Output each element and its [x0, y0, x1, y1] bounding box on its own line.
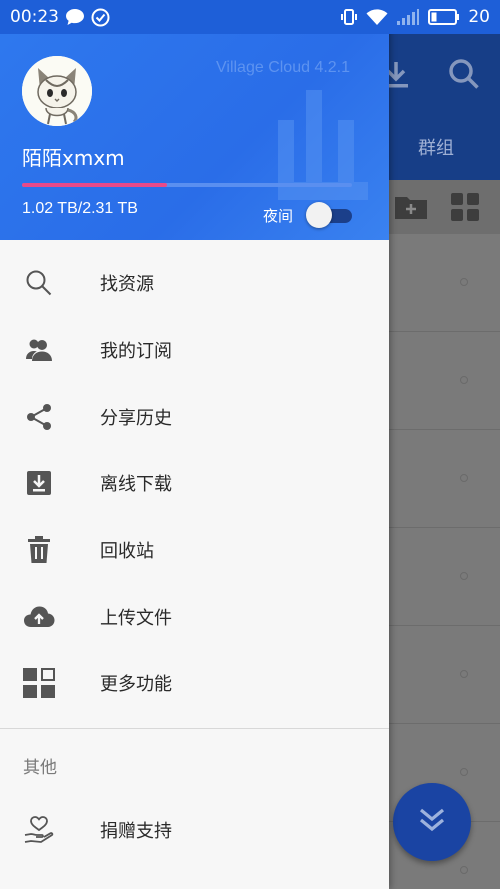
- menu-item-upload-file[interactable]: 上传文件: [0, 583, 389, 650]
- menu-item-label: 回收站: [100, 541, 154, 563]
- scroll-down-fab[interactable]: [393, 783, 471, 861]
- drawer-header: Village Cloud 4.2.1 陌陌xmxm 1.02 TB/2.31 …: [0, 34, 389, 240]
- grid-icon: [22, 666, 56, 700]
- search-icon: [22, 266, 56, 300]
- battery-level: 20: [468, 7, 490, 27]
- menu-item-donate[interactable]: 捐赠支持: [0, 797, 389, 864]
- toggle-knob: [306, 202, 332, 228]
- night-mode-toggle[interactable]: [306, 201, 352, 228]
- menu-item-recycle-bin[interactable]: 回收站: [0, 517, 389, 584]
- search-icon: [448, 58, 480, 94]
- grid-view-icon: [450, 192, 480, 226]
- chat-bubble-icon: [65, 8, 85, 26]
- wifi-icon: [366, 8, 388, 26]
- night-mode-label: 夜间: [263, 207, 294, 225]
- share-icon: [22, 400, 56, 434]
- drawer-menu-other: 捐赠支持: [0, 797, 389, 864]
- menu-item-label: 捐赠支持: [100, 821, 172, 843]
- signal-icon: [396, 8, 420, 26]
- avatar[interactable]: [22, 56, 92, 126]
- check-circle-icon: [91, 8, 110, 27]
- menu-item-label: 离线下载: [100, 474, 172, 496]
- section-title-other: 其他: [23, 758, 57, 778]
- battery-icon: [428, 8, 460, 26]
- people-icon: [22, 333, 56, 367]
- menu-item-label: 我的订阅: [100, 341, 172, 363]
- menu-item-find-resources[interactable]: 找资源: [0, 250, 389, 317]
- status-bar: 00:23 20: [0, 0, 500, 34]
- drawer-menu: 找资源 我的订阅 分享历史 离线下载 回收站 上传文件 更多功能: [0, 250, 389, 717]
- menu-item-label: 上传文件: [100, 607, 172, 629]
- menu-item-share-history[interactable]: 分享历史: [0, 383, 389, 450]
- cloud-upload-icon: [22, 600, 56, 634]
- vibrate-icon: [340, 8, 358, 26]
- mountain-logo-watermark: [278, 90, 368, 200]
- trash-icon: [22, 533, 56, 567]
- menu-item-label: 更多功能: [100, 674, 172, 696]
- download-box-icon: [22, 466, 56, 500]
- storage-progress-fill: [22, 183, 168, 187]
- menu-item-offline-download[interactable]: 离线下载: [0, 450, 389, 517]
- menu-divider: [0, 728, 389, 729]
- menu-item-subscriptions[interactable]: 我的订阅: [0, 317, 389, 384]
- new-folder-icon: [394, 194, 428, 224]
- storage-usage-text: 1.02 TB/2.31 TB: [22, 200, 138, 217]
- cat-avatar-icon: [22, 56, 92, 126]
- menu-item-label: 分享历史: [100, 407, 172, 429]
- tab-groups: 群组: [418, 138, 454, 159]
- app-version: Village Cloud 4.2.1: [216, 59, 351, 76]
- username[interactable]: 陌陌xmxm: [22, 142, 125, 171]
- heart-hand-icon: [22, 813, 56, 847]
- menu-item-label: 找资源: [100, 274, 154, 296]
- menu-item-more-features[interactable]: 更多功能: [0, 650, 389, 717]
- status-time: 00:23: [10, 7, 59, 27]
- navigation-drawer: Village Cloud 4.2.1 陌陌xmxm 1.02 TB/2.31 …: [0, 0, 389, 889]
- storage-progress-bar: [22, 183, 352, 187]
- double-chevron-down-icon: [417, 805, 447, 839]
